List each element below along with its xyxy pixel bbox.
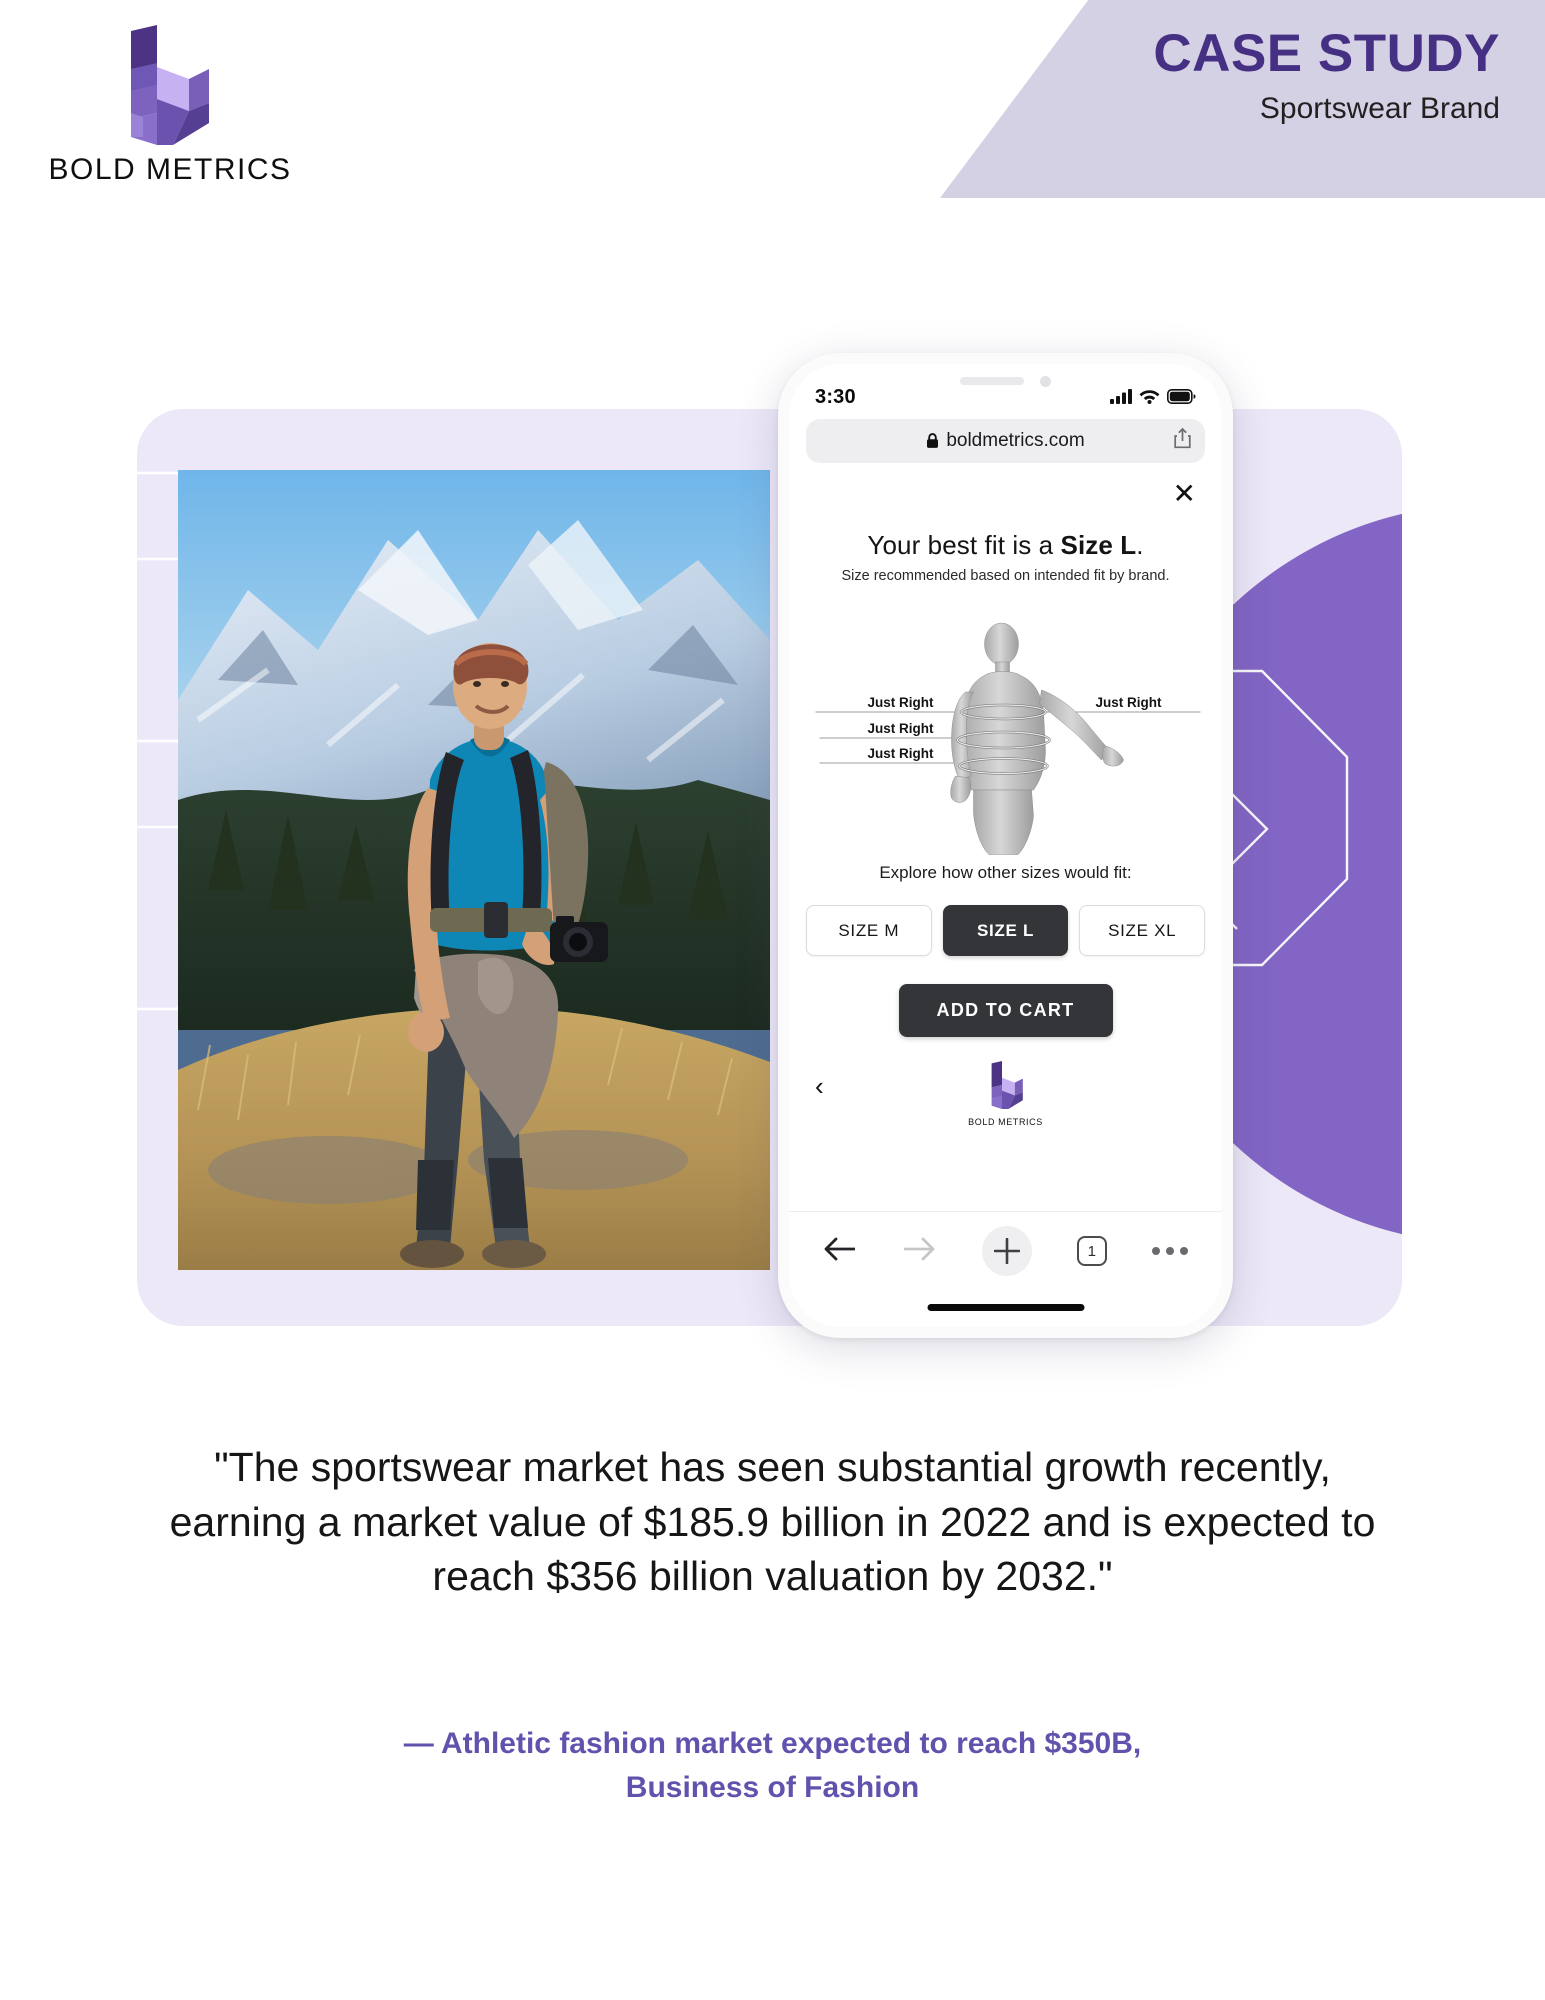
size-option-m[interactable]: SIZE M: [806, 905, 932, 956]
explore-sizes-label: Explore how other sizes would fit:: [879, 863, 1132, 882]
page-subtitle: Sportswear Brand: [1259, 91, 1500, 125]
status-indicators: [1110, 388, 1196, 409]
back-chevron-icon[interactable]: ‹: [815, 1073, 824, 1099]
bold-metrics-b-logo-icon: [117, 25, 217, 145]
address-bar[interactable]: boldmetrics.com: [806, 419, 1205, 463]
front-camera-icon: [1040, 375, 1051, 387]
browser-url-row: boldmetrics.com: [789, 414, 1222, 472]
headline-size: Size L: [1060, 530, 1137, 560]
case-study-banner: CASE STUDY Sportswear Brand: [940, 0, 1545, 198]
close-row: ✕: [803, 472, 1208, 508]
phone-notch: [909, 364, 1102, 398]
wifi-icon: [1139, 388, 1160, 409]
plus-icon[interactable]: [981, 1226, 1032, 1276]
fit-label-left-waist: Just Right: [868, 721, 935, 736]
headline-suffix: .: [1136, 530, 1144, 560]
sizing-modal: ✕ Your best fit is a Size L. Size recomm…: [789, 472, 1222, 1141]
fit-label-left-hip: Just Right: [868, 746, 935, 761]
quote-line-3: reach $356 billion valuation by 2032.": [432, 1553, 1113, 1600]
status-bar: 3:30: [789, 364, 1222, 414]
cellular-signal-icon: [1110, 388, 1132, 409]
lock-icon: [926, 433, 939, 449]
browser-toolbar: 1: [789, 1211, 1222, 1327]
share-icon[interactable]: [1173, 427, 1192, 455]
size-option-l[interactable]: SIZE L: [942, 905, 1069, 956]
quote-line-1: "The sportswear market has seen substant…: [214, 1444, 1331, 1490]
browser-toolbar-icons: 1: [789, 1212, 1222, 1276]
pull-quote: "The sportswear market has seen substant…: [0, 1440, 1545, 1604]
cart-row: ADD TO CART: [803, 984, 1208, 1037]
hero-photo: [178, 470, 770, 1270]
page-title: CASE STUDY: [1153, 24, 1500, 83]
headline-prefix: Your best fit is a: [867, 530, 1061, 560]
brand-logo: BOLD METRICS: [25, 25, 315, 186]
footer-brand: BOLD METRICS: [946, 1061, 1066, 1127]
phone-screen: 3:30 boldmetrics.com ✕ Your best fit is …: [789, 364, 1222, 1327]
bold-metrics-b-logo-icon-small: [985, 1061, 1027, 1113]
size-selector: SIZE M SIZE L SIZE XL: [803, 905, 1208, 956]
footer-brand-wordmark: BOLD METRICS: [968, 1117, 1043, 1127]
best-fit-subhead: Size recommended based on intended fit b…: [841, 568, 1170, 584]
arrow-right-icon: [902, 1235, 936, 1268]
brand-wordmark: BOLD METRICS: [48, 153, 292, 186]
banner-text-group: CASE STUDY Sportswear Brand: [1153, 26, 1500, 126]
attribution-line-2: Business of Fashion: [625, 1770, 920, 1804]
status-time: 3:30: [815, 386, 856, 408]
add-to-cart-button[interactable]: ADD TO CART: [898, 984, 1113, 1037]
close-icon[interactable]: ✕: [1173, 480, 1196, 508]
fit-label-right-sleeve: Just Right: [1096, 695, 1163, 710]
quote-line-2: earning a market value of $185.9 billion…: [169, 1498, 1376, 1545]
quote-attribution: — Athletic fashion market expected to re…: [0, 1722, 1545, 1809]
body-avatar-diagram: Just Right Just Right Just Right Just Ri…: [803, 600, 1208, 855]
attribution-line-1: — Athletic fashion market expected to re…: [403, 1727, 1142, 1760]
ellipsis-icon[interactable]: [1152, 1247, 1188, 1255]
url-text: boldmetrics.com: [946, 430, 1085, 451]
smartphone-mockup: 3:30 boldmetrics.com ✕ Your best fit is …: [778, 353, 1233, 1338]
size-option-xl[interactable]: SIZE XL: [1079, 905, 1206, 956]
battery-full-icon: [1167, 388, 1196, 409]
case-study-page: CASE STUDY Sportswear Brand BOLD METRICS: [0, 0, 1545, 2000]
best-fit-headline: Your best fit is a Size L.: [803, 530, 1208, 561]
arrow-left-icon[interactable]: [823, 1235, 857, 1268]
home-indicator: [927, 1304, 1084, 1311]
speaker-grille-icon: [960, 377, 1024, 385]
fit-label-left-chest: Just Right: [868, 695, 935, 710]
tab-count-button[interactable]: 1: [1076, 1236, 1107, 1266]
modal-footer: ‹ BOLD METRICS: [803, 1055, 1208, 1141]
